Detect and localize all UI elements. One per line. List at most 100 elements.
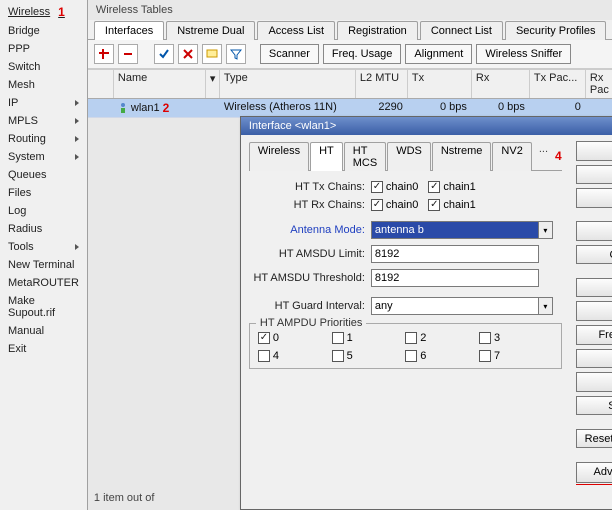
header-type[interactable]: Type <box>220 70 356 98</box>
check-pri-4[interactable] <box>258 350 270 362</box>
snooper-button[interactable]: Snooper... <box>576 396 612 416</box>
sidebar-item-exit[interactable]: Exit <box>0 340 87 358</box>
sidebar-item-ppp[interactable]: PPP <box>0 40 87 58</box>
check-httx-chain1[interactable]: ✓ <box>428 181 440 193</box>
check-pri-2[interactable] <box>405 332 417 344</box>
wireless-sniffer-button[interactable]: Wireless Sniffer <box>476 44 571 64</box>
tab-interfaces[interactable]: Interfaces <box>94 21 164 40</box>
sidebar-item-tools[interactable]: Tools <box>0 238 87 256</box>
sidebar-item-bridge[interactable]: Bridge <box>0 22 87 40</box>
tab-connect-list[interactable]: Connect List <box>420 21 503 40</box>
sidebar-item-switch[interactable]: Switch <box>0 58 87 76</box>
sidebar-item-queues[interactable]: Queues <box>0 166 87 184</box>
tab-registration[interactable]: Registration <box>337 21 418 40</box>
sidebar-item-metarouter[interactable]: MetaROUTER <box>0 274 87 292</box>
sidebar-item-routing[interactable]: Routing <box>0 130 87 148</box>
dtab-ht[interactable]: HT <box>310 142 343 171</box>
sidebar-item-system[interactable]: System <box>0 148 87 166</box>
tab-nstreme-dual[interactable]: Nstreme Dual <box>166 21 255 40</box>
header-tx[interactable]: Tx <box>408 70 472 98</box>
check-pri-1[interactable] <box>332 332 344 344</box>
tab-access-list[interactable]: Access List <box>257 21 335 40</box>
sidebar-item-new-terminal[interactable]: New Terminal <box>0 256 87 274</box>
add-icon[interactable] <box>94 44 114 64</box>
header-rx[interactable]: Rx <box>472 70 530 98</box>
dialog-buttons: OK Cancel Apply Disable Comment Torch Sc… <box>570 135 612 507</box>
toolbar: Scanner Freq. Usage Alignment Wireless S… <box>88 40 612 69</box>
sidebar-item-mpls[interactable]: MPLS <box>0 112 87 130</box>
check-pri-7[interactable] <box>479 350 491 362</box>
label-antenna-mode: Antenna Mode: <box>249 224 371 236</box>
row-txpac: 0 <box>530 99 586 117</box>
disable-button[interactable]: Disable <box>576 221 612 241</box>
sniff-button[interactable]: Sniff... <box>576 372 612 392</box>
reset-config-button[interactable]: Reset Configuration <box>576 429 612 449</box>
label-guard: HT Guard Interval: <box>249 300 371 312</box>
dropdown-icon[interactable]: ▾ <box>539 297 553 315</box>
freq-usage-button[interactable]: Freq. Usage... <box>576 325 612 345</box>
comment-button[interactable]: Comment <box>576 245 612 265</box>
alignment-button[interactable]: Alignment <box>405 44 472 64</box>
sidebar-item-manual[interactable]: Manual <box>0 322 87 340</box>
advanced-mode-button[interactable]: Advanced Mode <box>576 462 612 483</box>
tab-security-profiles[interactable]: Security Profiles <box>505 21 606 40</box>
freq-usage-button[interactable]: Freq. Usage <box>323 44 402 64</box>
fieldset-legend: HT AMPDU Priorities <box>256 317 366 329</box>
row-type: Wireless (Atheros 11N) <box>220 99 356 117</box>
guard-input[interactable] <box>371 297 539 315</box>
check-htrx-chain0[interactable]: ✓ <box>371 199 383 211</box>
status-text: 1 item out of <box>94 492 155 504</box>
comment-icon[interactable] <box>202 44 222 64</box>
interfaces-grid: Name ▾ Type L2 MTU Tx Rx Tx Pac... Rx Pa… <box>88 69 612 118</box>
sidebar-item-mesh[interactable]: Mesh <box>0 76 87 94</box>
window-title: Wireless Tables <box>88 0 612 20</box>
dtab-wireless[interactable]: Wireless <box>249 142 309 171</box>
dialog-titlebar[interactable]: Interface <wlan1> □ × <box>241 117 612 135</box>
cancel-button[interactable]: Cancel <box>576 165 612 185</box>
sidebar: Wireless1 Bridge PPP Switch Mesh IP MPLS… <box>0 0 88 510</box>
align-button[interactable]: Align... <box>576 349 612 369</box>
header-txpac[interactable]: Tx Pac... <box>530 70 586 98</box>
filter-icon[interactable] <box>226 44 246 64</box>
sidebar-item-make-supout[interactable]: Make Supout.rif <box>0 292 87 322</box>
amsdu-limit-input[interactable] <box>371 245 539 263</box>
check-pri-5[interactable] <box>332 350 344 362</box>
sidebar-item-log[interactable]: Log <box>0 202 87 220</box>
sidebar-item-ip[interactable]: IP <box>0 94 87 112</box>
dropdown-icon[interactable]: ▾ <box>539 221 553 239</box>
annotation-2: 2 <box>163 101 170 115</box>
disable-icon[interactable] <box>178 44 198 64</box>
dialog-title: Interface <wlan1> <box>249 120 336 132</box>
dtab-wds[interactable]: WDS <box>387 142 431 171</box>
remove-icon[interactable] <box>118 44 138 64</box>
check-pri-6[interactable] <box>405 350 417 362</box>
enable-icon[interactable] <box>154 44 174 64</box>
label-httx: HT Tx Chains: <box>249 181 371 193</box>
amsdu-thresh-input[interactable] <box>371 269 539 287</box>
dtab-more[interactable]: ... <box>533 141 554 170</box>
grid-header: Name ▾ Type L2 MTU Tx Rx Tx Pac... Rx Pa… <box>88 69 612 99</box>
annotation-1: 1 <box>58 5 65 19</box>
torch-button[interactable]: Torch <box>576 278 612 298</box>
scan-button[interactable]: Scan... <box>576 301 612 321</box>
dialog-tabs: Wireless HT HT MCS WDS Nstreme NV2 ... 4 <box>249 141 562 171</box>
antenna-mode-select[interactable]: antenna b <box>371 221 539 239</box>
interface-dialog: Interface <wlan1> □ × Wireless HT HT MCS… <box>240 116 612 510</box>
scanner-button[interactable]: Scanner <box>260 44 319 64</box>
header-name[interactable]: Name <box>114 70 206 98</box>
sidebar-item-radius[interactable]: Radius <box>0 220 87 238</box>
dtab-htmcs[interactable]: HT MCS <box>344 142 386 171</box>
check-pri-3[interactable] <box>479 332 491 344</box>
header-sort-icon[interactable]: ▾ <box>206 70 220 98</box>
header-l2mtu[interactable]: L2 MTU <box>356 70 408 98</box>
sidebar-item-wireless[interactable]: Wireless1 <box>0 2 87 22</box>
check-pri-0[interactable]: ✓ <box>258 332 270 344</box>
header-rxpac[interactable]: Rx Pac <box>586 70 612 98</box>
check-htrx-chain1[interactable]: ✓ <box>428 199 440 211</box>
apply-button[interactable]: Apply <box>576 188 612 208</box>
ok-button[interactable]: OK <box>576 141 612 161</box>
check-httx-chain0[interactable]: ✓ <box>371 181 383 193</box>
dtab-nv2[interactable]: NV2 <box>492 142 531 171</box>
dtab-nstreme[interactable]: Nstreme <box>432 142 492 171</box>
sidebar-item-files[interactable]: Files <box>0 184 87 202</box>
